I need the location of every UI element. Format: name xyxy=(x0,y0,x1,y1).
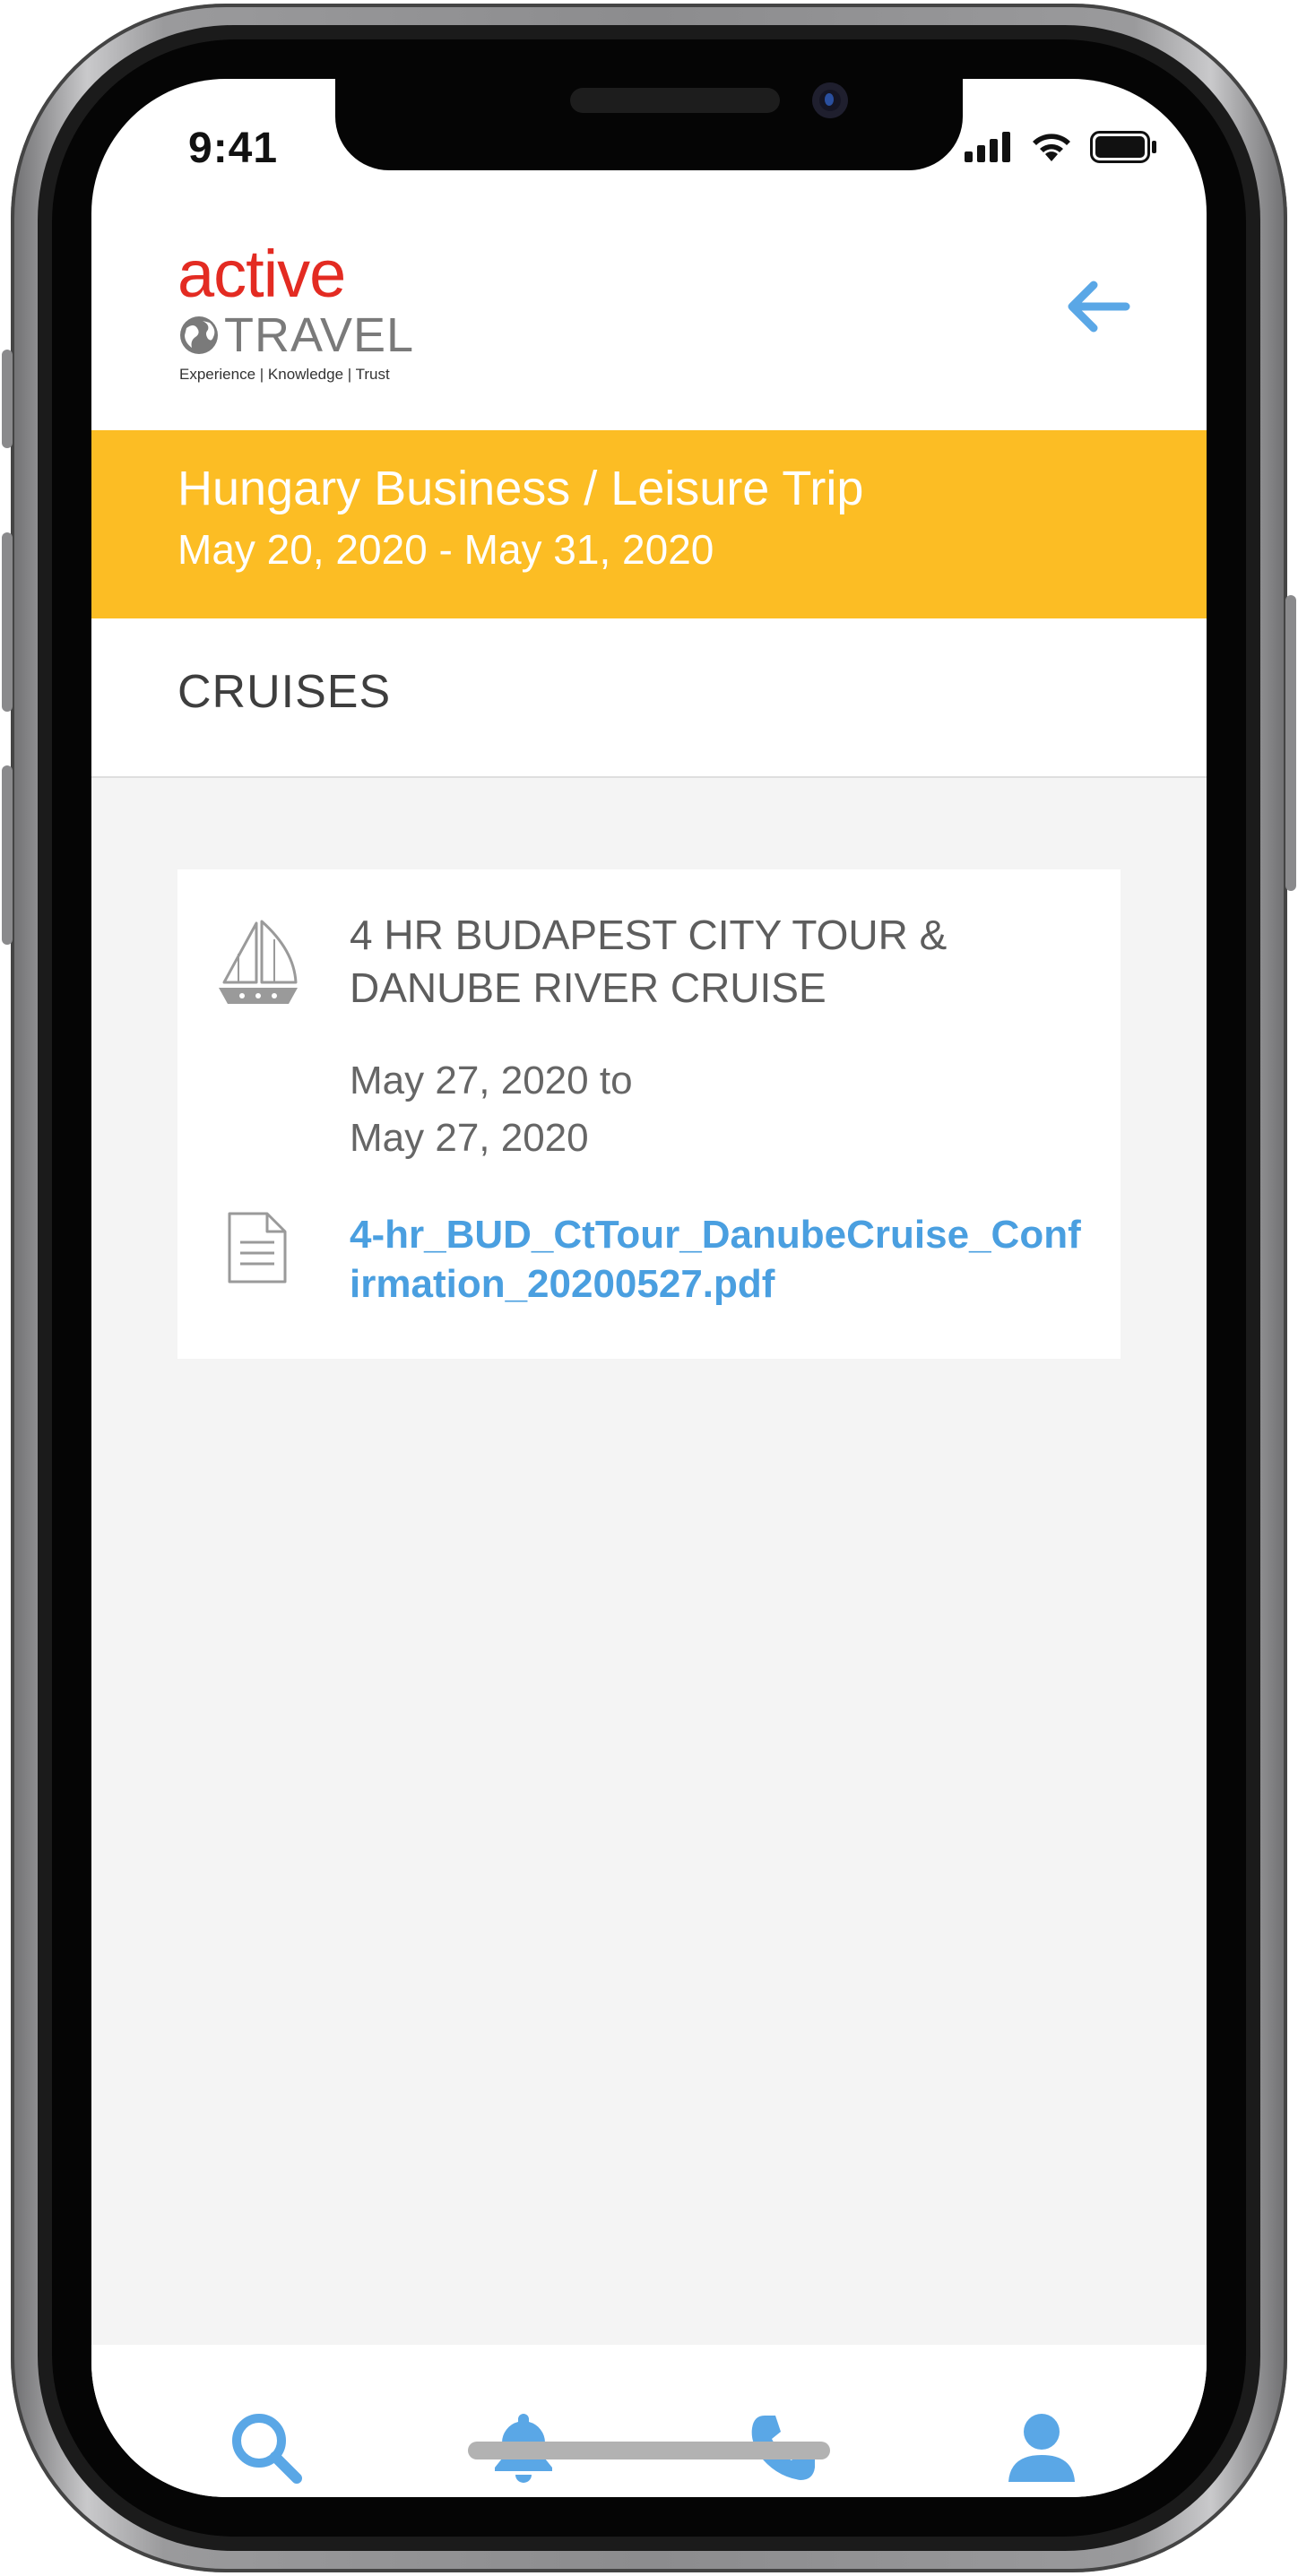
trip-banner: Hungary Business / Leisure Trip May 20, … xyxy=(91,430,1207,618)
trip-dates: May 20, 2020 - May 31, 2020 xyxy=(177,526,714,573)
trip-title: Hungary Business / Leisure Trip xyxy=(177,462,864,515)
app-screen: 9:41 active TRAVEL Experience | Knowledg… xyxy=(91,79,1207,2497)
speaker xyxy=(570,88,780,113)
logo-tagline: Experience | Knowledge | Trust xyxy=(179,366,390,383)
brand-logo: active TRAVEL Experience | Knowledge | T… xyxy=(177,237,414,384)
notch xyxy=(335,79,963,170)
bottom-tab-bar xyxy=(91,2345,1207,2497)
arrow-left-icon xyxy=(1068,281,1130,333)
silent-switch xyxy=(2,350,13,448)
user-icon xyxy=(1008,2414,1075,2482)
section-title: CRUISES xyxy=(177,666,392,718)
content-area: 4 HR BUDAPEST CITY TOUR & DANUBE RIVER C… xyxy=(91,778,1207,2347)
tab-search[interactable] xyxy=(221,2402,310,2492)
cruise-dates: May 27, 2020 to May 27, 2020 xyxy=(350,1052,887,1167)
tab-profile[interactable] xyxy=(997,2402,1086,2492)
volume-down-button xyxy=(2,765,13,945)
document-icon xyxy=(224,1210,290,1285)
cruise-title: 4 HR BUDAPEST CITY TOUR & DANUBE RIVER C… xyxy=(350,912,948,1011)
logo-travel-row: TRAVEL xyxy=(177,308,414,362)
battery-icon xyxy=(1090,131,1156,163)
globe-icon xyxy=(180,316,218,354)
home-indicator xyxy=(468,2442,830,2459)
cruise-date-from: May 27, 2020 to xyxy=(350,1059,633,1102)
logo-active-text: active xyxy=(177,237,346,311)
back-button[interactable] xyxy=(1061,271,1133,342)
wifi-icon xyxy=(1033,134,1070,161)
status-time: 9:41 xyxy=(188,125,279,172)
document-link[interactable]: 4-hr_BUD_CtTour_DanubeCruise_Confirmatio… xyxy=(350,1210,1085,1309)
search-icon xyxy=(232,2414,302,2484)
status-icons xyxy=(965,131,1158,163)
power-button xyxy=(1285,595,1296,891)
logo-travel-text: TRAVEL xyxy=(224,308,415,362)
cellular-signal-icon xyxy=(965,132,1010,162)
camera xyxy=(812,82,848,118)
section-header: CRUISES xyxy=(91,618,1207,778)
cruise-date-to: May 27, 2020 xyxy=(350,1116,589,1160)
cruise-card[interactable]: 4 HR BUDAPEST CITY TOUR & DANUBE RIVER C… xyxy=(177,869,1121,1359)
sailboat-icon xyxy=(215,918,301,1016)
volume-up-button xyxy=(2,532,13,712)
